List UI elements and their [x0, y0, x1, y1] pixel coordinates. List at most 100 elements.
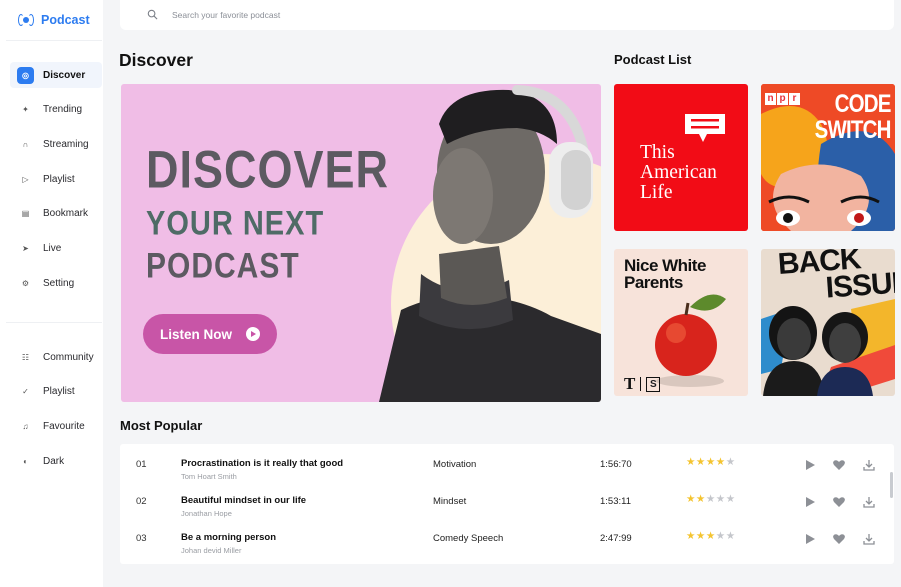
- star-icon: ★: [715, 456, 726, 468]
- brand-name: Podcast: [41, 13, 90, 27]
- most-popular-title: Most Popular: [120, 418, 203, 433]
- play-icon[interactable]: [803, 532, 817, 546]
- bulb-icon: ✦: [22, 105, 29, 115]
- divider: [6, 40, 102, 41]
- sidebar-item-setting[interactable]: ⚙ Setting: [10, 270, 102, 296]
- search-input[interactable]: [172, 10, 572, 20]
- episode-category: Motivation: [433, 459, 477, 470]
- table-row[interactable]: 03 Be a morning person Johan devid Miller C…: [120, 521, 894, 557]
- sidebar-item-dark[interactable]: ◐ Dark: [10, 448, 102, 474]
- music-note-icon: ♫: [22, 421, 29, 431]
- sidebar-item-label: Bookmark: [43, 208, 89, 220]
- sidebar-item-label: Trending: [43, 104, 83, 116]
- play-outline-icon: ▷: [22, 174, 29, 184]
- star-icon: ★: [686, 493, 696, 505]
- sidebar-item-label: Playlist: [43, 386, 75, 398]
- episode-category: Mindset: [433, 496, 467, 507]
- hero-headline-3: PODCAST: [146, 247, 300, 286]
- episode-duration: 2:47:99: [600, 533, 632, 544]
- bookmark-icon: ▤: [21, 209, 30, 219]
- table-row[interactable]: 01 Procrastination is it really that good…: [120, 447, 894, 483]
- podcast-card-this-american-life[interactable]: This American Life: [614, 84, 748, 231]
- brand[interactable]: Podcast: [18, 12, 90, 28]
- star-icon: ★: [686, 530, 696, 542]
- table-row[interactable]: 02 Beautiful mindset in our life Jonathan …: [120, 484, 894, 520]
- speech-bubble-icon: [685, 114, 725, 142]
- sidebar-item-playlist[interactable]: ✓ Playlist: [10, 379, 102, 405]
- podcast-logo-icon: [18, 12, 34, 28]
- most-popular-table: 01 Procrastination is it really that good…: [120, 444, 894, 564]
- play-icon[interactable]: [803, 495, 817, 509]
- scrollbar[interactable]: [890, 472, 893, 498]
- sidebar-item-label: Setting: [43, 277, 75, 289]
- sidebar-item-label: Streaming: [43, 138, 89, 150]
- sidebar-item-playlist[interactable]: ▷ Playlist: [10, 166, 102, 192]
- heart-icon[interactable]: [832, 495, 846, 509]
- podcast-card-code-switch[interactable]: n p r CODE SWITCH: [761, 84, 895, 231]
- send-icon: ➤: [22, 244, 29, 253]
- sidebar-item-live[interactable]: ➤ Live: [10, 236, 102, 262]
- sidebar-item-label: Dark: [43, 455, 65, 467]
- hero-headline-1: DISCOVER: [146, 139, 390, 200]
- star-icon: ★: [725, 456, 736, 468]
- episode-duration: 1:56:70: [600, 459, 632, 470]
- gear-icon: ⚙: [21, 278, 30, 288]
- rating-stars: ★★★★★: [686, 493, 736, 505]
- star-icon: ★: [725, 493, 736, 505]
- star-icon: ★: [705, 456, 716, 468]
- episode-category: Comedy Speech: [433, 533, 504, 544]
- search-icon[interactable]: [147, 9, 158, 20]
- sidebar-item-trending[interactable]: ✦ Trending: [10, 97, 102, 123]
- podcast-card-back-issues[interactable]: BACK ISSUI: [761, 249, 895, 396]
- card-title: BACK ISSUI: [776, 249, 895, 305]
- sidebar: Podcast ◎ Discover ✦ Trending ∩ Streaming ▷ Pla…: [0, 0, 103, 587]
- sidebar-item-discover[interactable]: ◎ Discover: [10, 62, 102, 88]
- row-number: 02: [136, 496, 147, 507]
- star-icon: ★: [705, 530, 716, 542]
- heart-icon[interactable]: [832, 532, 846, 546]
- play-icon[interactable]: [803, 458, 817, 472]
- moon-icon: ◐: [23, 456, 28, 466]
- star-icon: ★: [695, 530, 706, 542]
- rating-stars: ★★★★★: [686, 530, 736, 542]
- download-icon[interactable]: [862, 495, 876, 509]
- card-title: Nice White Parents: [624, 256, 706, 292]
- podcast-list-title: Podcast List: [614, 52, 692, 67]
- episode-duration: 1:53:11: [600, 496, 631, 507]
- listen-now-button[interactable]: Listen Now: [143, 314, 277, 354]
- sidebar-item-label: Community: [43, 351, 94, 363]
- star-icon: ★: [695, 493, 706, 505]
- download-icon[interactable]: [862, 458, 876, 472]
- star-icon: ★: [715, 493, 726, 505]
- star-icon: ★: [725, 530, 736, 542]
- card-title: CODE SWITCH: [815, 90, 892, 144]
- sidebar-item-community[interactable]: ☷ Community: [10, 344, 102, 370]
- star-icon: ★: [705, 493, 716, 505]
- episode-title: Be a morning person: [181, 532, 277, 543]
- nyt-logo-icon: T: [624, 374, 636, 393]
- search-bar: [120, 0, 894, 30]
- row-number: 03: [136, 533, 147, 544]
- heart-icon[interactable]: [832, 458, 846, 472]
- divider: [6, 322, 102, 323]
- headphones-icon: ∩: [22, 139, 29, 149]
- sidebar-item-favourite[interactable]: ♫ Favourite: [10, 413, 102, 439]
- episode-author: Tom Hoart Smith: [181, 472, 237, 481]
- sidebar-item-bookmark[interactable]: ▤ Bookmark: [10, 201, 102, 227]
- hero-headline-2: YOUR NEXT: [146, 205, 325, 243]
- episode-title: Procrastination is it really that good: [181, 458, 344, 469]
- episode-author: Jonathan Hope: [181, 509, 232, 518]
- podcast-card-nice-white-parents[interactable]: Nice White Parents T S: [614, 249, 748, 396]
- play-circle-icon: [246, 327, 260, 341]
- download-icon[interactable]: [862, 532, 876, 546]
- compass-icon: ◎: [17, 66, 34, 84]
- episode-title: Beautiful mindset in our life: [181, 495, 307, 506]
- episode-author: Johan devid Miller: [181, 546, 242, 555]
- check-circle-icon: ✓: [22, 387, 29, 397]
- hero-banner[interactable]: DISCOVER YOUR NEXT PODCAST Listen Now: [121, 84, 601, 402]
- star-icon: ★: [695, 456, 706, 468]
- sidebar-item-streaming[interactable]: ∩ Streaming: [10, 131, 102, 157]
- sidebar-item-label: Playlist: [43, 173, 75, 185]
- star-icon: ★: [686, 456, 696, 468]
- card-title: This American Life: [640, 142, 717, 203]
